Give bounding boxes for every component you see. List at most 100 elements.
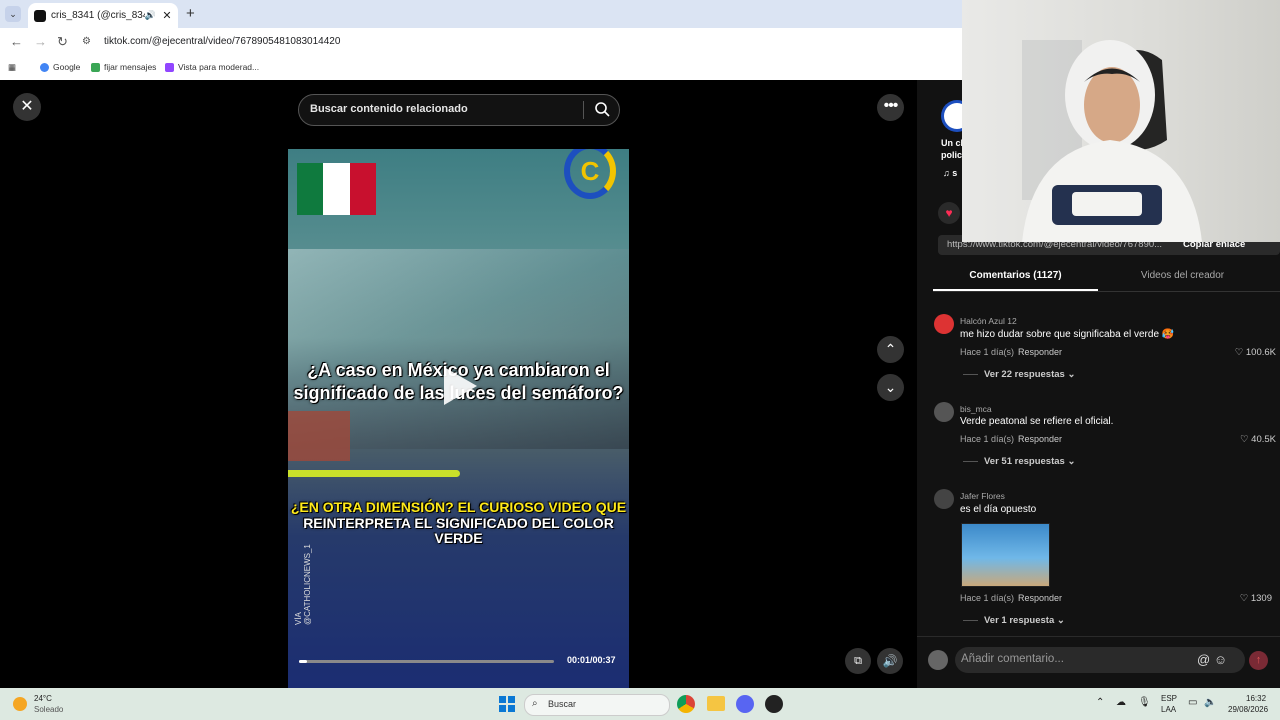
obs-icon[interactable] <box>765 695 783 713</box>
comment-text: Verde peatonal se refiere el oficial. <box>960 416 1114 427</box>
like-count: 100.6K <box>1245 347 1276 358</box>
tray-app-icon[interactable]: ☁ <box>1116 697 1126 708</box>
reload-icon[interactable]: ↻ <box>57 34 68 50</box>
user-avatar[interactable] <box>928 650 948 670</box>
comment-text: es el día opuesto <box>960 504 1037 515</box>
browser-tab[interactable]: cris_8341 (@cris_8341) | Tik 🔊 ✕ <box>28 3 178 28</box>
search-icon[interactable] <box>594 101 610 117</box>
webcam-person-illustration <box>1022 40 1202 242</box>
red-wall <box>288 411 350 461</box>
comment-avatar[interactable] <box>934 402 954 422</box>
music-label[interactable]: ♫ s <box>943 168 957 178</box>
forward-icon[interactable]: → <box>34 34 47 49</box>
clock-time[interactable]: 16:32 <box>1246 694 1266 703</box>
comment-sticker-image[interactable] <box>961 523 1050 587</box>
apps-icon[interactable]: ▦ <box>8 62 16 73</box>
bookmark-vista-moderador[interactable]: Vista para moderad... <box>165 62 259 72</box>
tab-comments[interactable]: Comentarios (1127) <box>933 263 1098 291</box>
comment-user[interactable]: Jafer Flores <box>960 491 1005 501</box>
microphone-icon[interactable]: 🎙 <box>1138 697 1151 708</box>
description-line: Un cl <box>941 138 964 148</box>
address-bar[interactable]: ⚙ tiktok.com/@ejecentral/video/7678905481… <box>82 31 962 53</box>
like-count: 1309 <box>1250 593 1272 604</box>
previous-video-button[interactable]: ⌃ <box>877 336 904 363</box>
bookmark-google[interactable]: Google <box>40 62 80 72</box>
reply-button[interactable]: Responder <box>1018 347 1062 357</box>
chevron-down-icon: ⌄ <box>1064 369 1076 380</box>
tab-title: cris_8341 (@cris_8341) | Tik <box>51 10 145 21</box>
chat-icon <box>91 62 100 72</box>
comment-avatar[interactable] <box>934 489 954 509</box>
audio-icon: 🔊 <box>144 10 156 20</box>
volume-tray-icon[interactable]: 🔈 <box>1204 697 1216 708</box>
tiktok-favicon-icon <box>34 9 46 22</box>
play-icon[interactable] <box>444 367 477 405</box>
tab-creator-videos[interactable]: Videos del creador <box>1100 263 1265 289</box>
clock-date: 29/08/2026 <box>1228 705 1269 714</box>
close-video-button[interactable]: ✕ <box>13 93 41 121</box>
reply-button[interactable]: Responder <box>1018 434 1062 444</box>
like-heart-icon[interactable]: ♥ <box>938 202 960 224</box>
comment-like-count[interactable]: ♡ 1309 <box>1212 593 1272 604</box>
view-replies-label: Ver 22 respuestas <box>984 369 1065 380</box>
progress-fill <box>299 660 307 663</box>
description-line: polic <box>941 150 963 160</box>
discord-icon[interactable] <box>736 695 754 713</box>
comment-time: Hace 1 día(s) <box>960 593 1015 603</box>
heart-outline-icon: ♡ <box>1234 347 1246 358</box>
close-tab-icon[interactable]: ✕ <box>160 9 174 22</box>
comment-time: Hace 1 día(s) <box>960 434 1015 444</box>
more-options-button[interactable]: ••• <box>877 94 904 121</box>
comment-like-count[interactable]: ♡ 40.5K <box>1216 434 1276 445</box>
pip-icon[interactable]: ⧉ <box>845 648 871 674</box>
comment-avatar[interactable] <box>934 314 954 334</box>
bookmark-label: Google <box>53 62 81 72</box>
video-progress-bar[interactable] <box>299 660 554 663</box>
comment-text: me hizo dudar sobre que significaba el v… <box>960 329 1175 340</box>
tab-search-button[interactable]: ⌄ <box>5 6 21 22</box>
headline-white: REINTERPRETA EL SIGNIFICADO DEL COLOR VE… <box>303 514 614 546</box>
keyboard-lang[interactable]: ESP <box>1161 694 1177 703</box>
video-watermark: VÍA @CATHOLICNEWS_1 <box>294 544 312 625</box>
video-player[interactable]: C ¿A caso en México ya cambiaron el sign… <box>288 149 629 688</box>
next-video-button[interactable]: ⌄ <box>877 374 904 401</box>
heart-outline-icon: ♡ <box>1239 593 1251 604</box>
comment-user[interactable]: Halcón Azul 12 <box>960 316 1017 326</box>
view-replies-label: Ver 51 respuestas <box>984 456 1065 467</box>
bookmark-label: fijar mensajes <box>104 62 157 72</box>
related-search-input[interactable]: Buscar contenido relacionado <box>298 94 620 126</box>
reply-button[interactable]: Responder <box>1018 593 1062 603</box>
comment-input-actions: @ ☺ <box>1193 647 1245 673</box>
new-tab-button[interactable]: + <box>186 5 195 22</box>
view-replies-button[interactable]: Ver 1 respuesta ⌄ <box>963 615 1065 626</box>
site-info-icon[interactable]: ⚙ <box>82 31 96 53</box>
network-icon[interactable]: ▭ <box>1188 697 1197 708</box>
file-explorer-icon[interactable] <box>707 696 725 711</box>
mexico-flag-icon <box>297 163 376 215</box>
comment-placeholder: Añadir comentario... <box>961 653 1064 665</box>
send-comment-button[interactable]: ↑ <box>1249 651 1268 670</box>
video-time: 00:01/00:37 <box>567 655 616 665</box>
bookmark-fijar-mensajes[interactable]: fijar mensajes <box>91 62 156 72</box>
weather-sun-icon[interactable] <box>13 697 27 711</box>
weather-temp[interactable]: 24°C <box>34 694 52 703</box>
url-text: tiktok.com/@ejecentral/video/76789054810… <box>104 36 341 47</box>
chevron-down-icon: ⌄ <box>1064 456 1076 467</box>
video-headline: ¿EN OTRA DIMENSIÓN? EL CURIOSO VIDEO QUE… <box>288 499 629 547</box>
chrome-icon[interactable] <box>677 695 695 713</box>
emoji-icon[interactable]: ☺ <box>1214 652 1227 667</box>
view-replies-button[interactable]: Ver 22 respuestas ⌄ <box>963 369 1075 380</box>
taskbar-search[interactable]: ⌕ Buscar <box>524 694 670 716</box>
weather-condition: Soleado <box>34 705 64 714</box>
volume-icon[interactable]: 🔊 <box>877 648 903 674</box>
view-replies-button[interactable]: Ver 51 respuestas ⌄ <box>963 456 1075 467</box>
heart-outline-icon: ♡ <box>1240 434 1252 445</box>
tray-chevron-icon[interactable]: ⌃ <box>1096 697 1104 708</box>
windows-start-icon[interactable] <box>499 696 515 712</box>
comment-user[interactable]: bis_mca <box>960 404 992 414</box>
like-count: 40.5K <box>1251 434 1276 445</box>
back-icon[interactable]: ← <box>10 34 23 49</box>
comment-time: Hace 1 día(s) <box>960 347 1015 357</box>
comment-like-count[interactable]: ♡ 100.6K <box>1216 347 1276 358</box>
mention-icon[interactable]: @ <box>1197 652 1210 667</box>
